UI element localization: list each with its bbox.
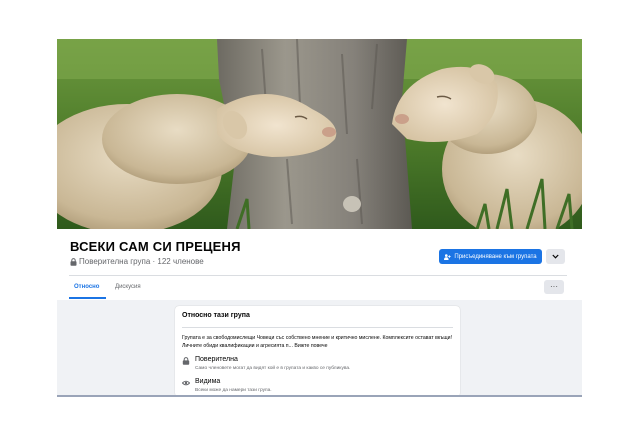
group-page: ВСЕКИ САМ СИ ПРЕЦЕНЯ Поверителна група ·… [57, 39, 582, 397]
about-card-divider [182, 327, 453, 328]
join-group-label: Присъединяване към групата [454, 253, 537, 260]
lock-icon [70, 257, 77, 266]
active-tab-indicator [69, 297, 106, 299]
about-description: Групата е за свободомислещи Човеци със с… [182, 335, 452, 349]
privacy-title: Поверителна [195, 356, 238, 363]
about-card-title: Относно тази група [182, 312, 250, 319]
visibility-subtitle: Всеки може да намери тази група. [195, 388, 272, 393]
bottom-edge [57, 395, 582, 397]
more-options-dropdown[interactable] [546, 249, 565, 264]
group-join-icon [444, 253, 451, 260]
group-meta: Поверителна група · 122 членове [70, 257, 204, 266]
about-card: Относно тази група Групата е за свободом… [175, 306, 460, 397]
tab-about[interactable]: Относно [74, 284, 99, 290]
tab-discussion[interactable]: Дискусия [115, 284, 141, 290]
privacy-lock-icon [182, 357, 190, 365]
group-name: ВСЕКИ САМ СИ ПРЕЦЕНЯ [70, 239, 241, 254]
header-divider [69, 275, 567, 276]
cover-photo [57, 39, 582, 229]
eye-icon [182, 380, 190, 386]
tabs-more-button[interactable]: ··· [544, 280, 564, 294]
join-group-button[interactable]: Присъединяване към групата [439, 249, 542, 264]
privacy-subtitle: Само членовете могат да видят кой е в гр… [195, 366, 351, 371]
visibility-title: Видима [195, 378, 221, 385]
group-meta-text: Поверителна група · 122 членове [79, 257, 204, 266]
chevron-down-icon [552, 254, 559, 259]
